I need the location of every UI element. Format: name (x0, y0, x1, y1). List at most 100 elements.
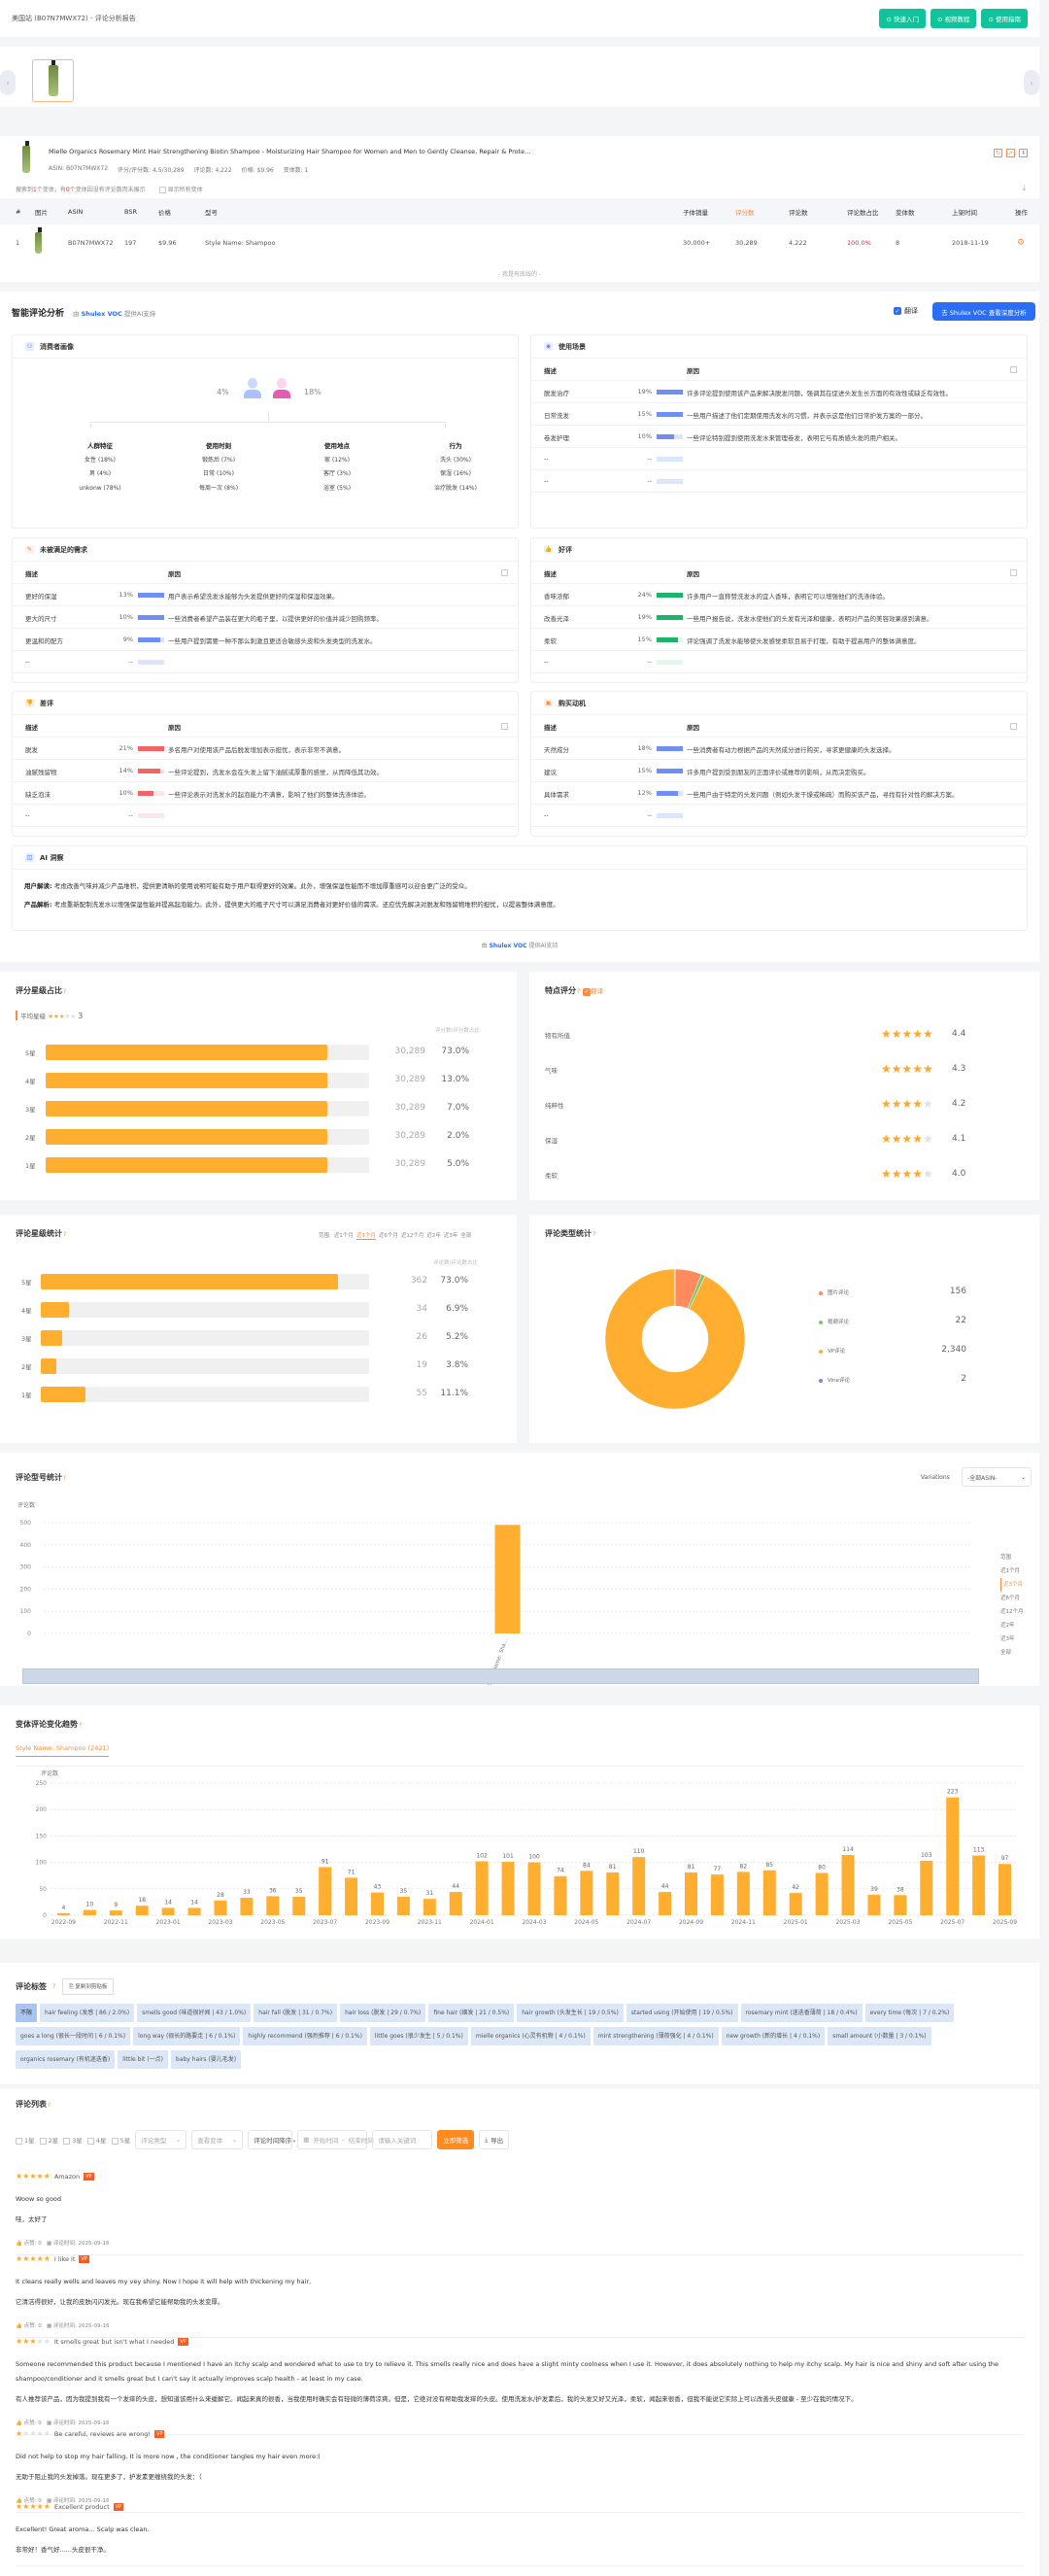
download-icon[interactable]: ⬇ (1019, 149, 1028, 157)
review-tag[interactable]: mielle organics (心灵有机物 | 4 / 0.1%) (470, 2027, 591, 2045)
tab-style-shampoo[interactable]: Style Name: Shampoo (2421) (16, 1744, 110, 1757)
review-tag[interactable]: fine hair (细发 | 21 / 0.5%) (428, 2004, 515, 2022)
review-tag[interactable]: long way (很长的路要走 | 6 / 0.1%) (133, 2027, 241, 2045)
reason-header: 原因 (687, 724, 699, 732)
star-filter-checkbox[interactable]: 4星 (86, 2135, 107, 2145)
range-option[interactable]: 近1个月 (1000, 1564, 1024, 1578)
product-thumbnail[interactable] (32, 59, 74, 102)
variations-select[interactable]: -全部ASIN- ⌄ (962, 1467, 1032, 1487)
review-tag[interactable]: baby hairs (婴儿毛发) (171, 2050, 242, 2069)
date-separator: - (342, 2136, 345, 2144)
data-label: 9 (114, 1902, 118, 1908)
carousel-prev-button[interactable]: ‹ (0, 70, 16, 95)
review-tag[interactable]: little goes (很少发生 | 5 / 0.1%) (369, 2027, 468, 2045)
star-filter-checkbox[interactable]: 2星 (39, 2135, 58, 2145)
column-header[interactable]: 变体数 (896, 207, 915, 217)
settings-icon[interactable]: ⚙ (1017, 238, 1025, 248)
variant-placeholder-select[interactable]: 查看变体 ⌄ (191, 2130, 244, 2149)
review-list-card: 评论列表? 1星 2星 3星 4星 5星 评论类型 ⌄ 查看变体 ⌄ 评论时间降序 ⌄ ▦ 开始时间 - 结… (0, 2089, 1039, 2576)
grid-icon[interactable] (501, 723, 508, 730)
column-header[interactable]: 操作 (1015, 207, 1028, 217)
grid-icon[interactable] (1010, 366, 1017, 373)
review-tag[interactable]: mint strengthening (薄荷强化 | 4 / 0.1%) (592, 2027, 719, 2045)
review-tag[interactable]: rosemary mint (迷迭香薄荷 | 18 / 0.4%) (740, 2004, 863, 2022)
review-tag[interactable]: 不限 (16, 2004, 38, 2022)
range-tab[interactable]: 近3个月 (355, 1231, 376, 1240)
trend-bar (632, 1857, 646, 1915)
column-header[interactable]: BSR (124, 208, 137, 216)
star-filter-checkbox[interactable]: 5星 (111, 2135, 130, 2145)
review-tag[interactable]: small amount (小数量 | 3 / 0.1%) (828, 2027, 931, 2045)
range-tab[interactable]: 近2年 (426, 1231, 441, 1240)
x-tick-label: 2025-07 (940, 1919, 964, 1926)
column-header[interactable]: 型号 (205, 207, 218, 217)
range-tab[interactable]: 近1个月 (334, 1231, 354, 1240)
date-range-picker[interactable]: ▦ 开始时间 - 结束时间 (297, 2130, 374, 2149)
review-tag[interactable]: new growth (新的增长 | 4 / 0.1%) (721, 2027, 826, 2045)
range-option[interactable]: 全部 (1000, 1646, 1024, 1660)
column-header[interactable]: # (16, 208, 20, 216)
user-guide-button[interactable]: ⊙ 使用指南 (981, 9, 1028, 28)
review-tag[interactable]: organics rosemary (有机迷迭香) (16, 2050, 116, 2069)
review-tag[interactable]: highly recommend (强烈推荐 | 6 / 0.1%) (243, 2027, 367, 2045)
quick-start-button[interactable]: ⊙ 快速入门 (879, 9, 926, 28)
review-tag[interactable]: little bit (一点) (118, 2050, 169, 2069)
row-pct: -- (647, 811, 652, 819)
star-filter-checkbox[interactable]: 1星 (16, 2135, 35, 2145)
star-filter-checkbox[interactable]: 3星 (63, 2135, 83, 2145)
share-icon[interactable]: ➚ (1006, 149, 1015, 157)
grid-icon[interactable] (1010, 569, 1017, 576)
review-tag[interactable]: hair feeling (发感 | 86 / 2.0%) (40, 2004, 135, 2022)
range-option[interactable]: 近12个月 (1000, 1605, 1024, 1619)
carousel-next-button[interactable]: › (1024, 70, 1039, 95)
review-tag[interactable]: hair growth (头发生长 | 19 / 0.5%) (517, 2004, 624, 2022)
data-label: 77 (714, 1866, 722, 1872)
cell-model: Style Name: Shampoo (205, 239, 276, 247)
review-tag[interactable]: hair fall (脱发 | 31 / 0.7%) (254, 2004, 338, 2022)
column-header[interactable]: 评论数 (789, 207, 808, 217)
filter-button[interactable]: 立即筛选 (437, 2130, 475, 2149)
review-tag[interactable]: every time (每次 | 7 / 0.2%) (864, 2004, 955, 2022)
zoom-slider[interactable] (22, 1668, 979, 1684)
column-header[interactable]: 价格 (158, 207, 171, 217)
refresh-icon[interactable]: ↻ (994, 149, 1002, 157)
review-tag[interactable]: started using (开始使用 | 19 / 0.5%) (626, 2004, 738, 2022)
box-table-header: 描述 原因 (13, 562, 518, 584)
range-option[interactable]: 近6个月 (1000, 1592, 1024, 1605)
range-tab[interactable]: 近6个月 (379, 1231, 398, 1240)
column-header[interactable]: 评论数占比 (847, 207, 879, 217)
review-tag[interactable]: goes a long (很长一段时间 | 6 / 0.1%) (16, 2027, 131, 2045)
persona-column-title: 人群特征 (87, 442, 113, 450)
show-all-variants-checkbox[interactable]: 显示所有变体 (158, 187, 203, 193)
variant-note: 搜索到1个变体，有0个变体因没有评论数而未展示 显示所有变体 (16, 187, 203, 193)
column-header[interactable]: 图片 (35, 207, 48, 217)
copy-tags-button[interactable]: ⎘ 复制到剪贴板 (62, 1978, 115, 1995)
range-option[interactable]: 近2年 (1000, 1619, 1024, 1632)
insight-icon: ◫ (25, 853, 34, 862)
column-header[interactable]: 子体销量 (683, 207, 708, 217)
range-option[interactable]: 近3个月 (1000, 1578, 1024, 1592)
export-button[interactable]: ⤓ 导出 (479, 2130, 510, 2149)
range-tab[interactable]: 近12个月 (401, 1231, 424, 1240)
grid-icon[interactable] (501, 569, 508, 576)
product-title[interactable]: Mielle Organics Rosemary Mint Hair Stren… (49, 148, 530, 155)
column-header[interactable]: ASIN (68, 208, 83, 216)
type-placeholder-select[interactable]: 评论类型 ⌄ (135, 2130, 187, 2149)
column-header[interactable]: 评分数 (735, 207, 755, 217)
review-tag[interactable]: hair loss (脱发 | 29 / 0.7%) (340, 2004, 426, 2022)
keyword-input[interactable]: 请输入关键词 (372, 2130, 433, 2149)
range-option[interactable]: 近3年 (1000, 1632, 1024, 1646)
range-tab[interactable]: 近3年 (444, 1231, 458, 1240)
translate-checkbox[interactable]: ✓翻译 (582, 987, 603, 996)
grid-icon[interactable] (1010, 723, 1017, 730)
video-tutorial-button[interactable]: ⊙ 视频教程 (930, 9, 977, 28)
voc-analysis-button[interactable]: 去 Shulex VOC 查看深度分析 (932, 302, 1035, 321)
translate-checkbox[interactable]: ✓翻译 (894, 306, 918, 316)
range-tab[interactable]: 全部 (460, 1231, 471, 1240)
sort-value-select[interactable]: 评论时间降序 ⌄ (248, 2130, 297, 2149)
product-card: Mielle Organics Rosemary Mint Hair Stren… (0, 136, 1039, 282)
data-label: 44 (452, 1883, 459, 1890)
review-tag[interactable]: smells good (味道很好闻 | 43 / 1.0%) (137, 2004, 252, 2022)
column-header[interactable]: 上架时间 (952, 207, 977, 217)
export-icon[interactable]: ⤓ (1022, 184, 1026, 193)
